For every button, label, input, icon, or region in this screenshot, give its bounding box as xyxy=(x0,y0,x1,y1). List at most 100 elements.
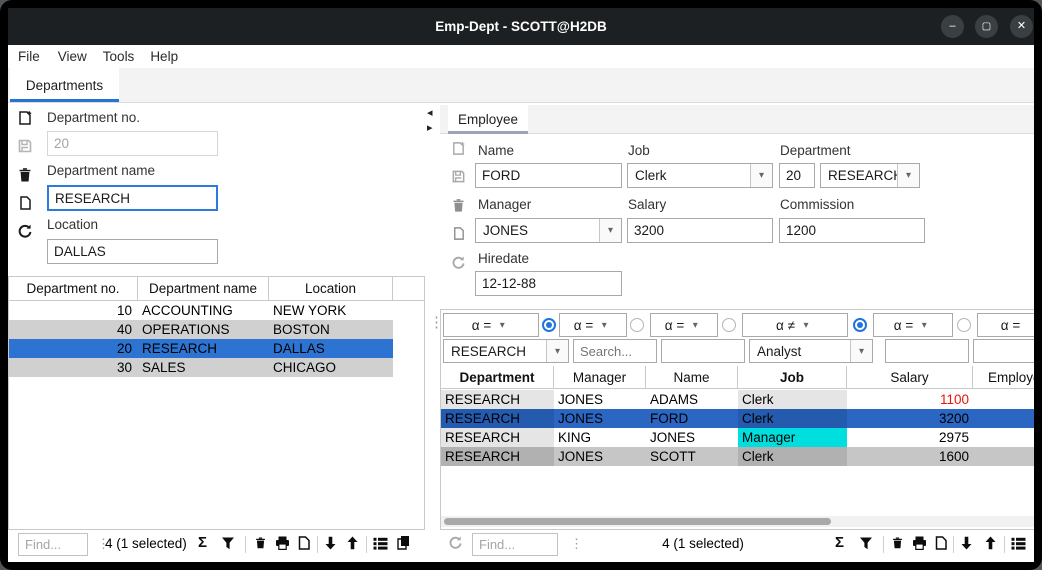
manager-combobox[interactable]: JONES ▾ xyxy=(475,218,622,243)
menu-help[interactable]: Help xyxy=(146,49,182,64)
splitter-collapse-left-icon[interactable]: ◂ xyxy=(427,106,433,119)
job-combobox-value: Clerk xyxy=(628,168,750,183)
delete-record-icon[interactable] xyxy=(17,167,33,183)
delete-rows-icon[interactable] xyxy=(891,536,904,550)
employee-tab-bar xyxy=(440,105,1034,134)
menu-file[interactable]: File xyxy=(14,49,44,64)
col-header-employee[interactable]: Employee xyxy=(973,366,1034,389)
tab-employee[interactable]: Employee xyxy=(448,105,528,133)
department-combobox-value: RESEARCH xyxy=(821,168,897,183)
table-row[interactable]: 10 ACCOUNTING NEW YORK xyxy=(9,301,393,320)
close-button[interactable]: ✕ xyxy=(1010,15,1033,38)
filter-radio-job[interactable] xyxy=(853,318,867,332)
commission-label: Commission xyxy=(780,197,854,212)
toolbar-grip[interactable]: ⋮ xyxy=(570,536,582,552)
copy-page-icon[interactable] xyxy=(935,536,947,550)
table-row[interactable]: RESEARCH JONES ADAMS Clerk 1100 xyxy=(441,390,1034,409)
department-no-field[interactable] xyxy=(779,163,815,188)
department-no-field[interactable] xyxy=(47,131,218,156)
filter-op-job[interactable]: α ≠▾ xyxy=(742,313,848,337)
horizontal-scrollbar-track[interactable] xyxy=(441,516,1034,527)
save-record-icon[interactable] xyxy=(451,169,467,185)
col-header-manager[interactable]: Manager xyxy=(554,366,646,389)
filter-value-manager[interactable] xyxy=(573,339,657,363)
row-count-status: 4 (1 selected) xyxy=(638,536,768,551)
cell-salary-alert: 1100 xyxy=(847,390,973,409)
filter-value-job[interactable]: Analyst▾ xyxy=(749,339,873,363)
menu-view[interactable]: View xyxy=(54,49,91,64)
refresh-record-icon[interactable] xyxy=(17,223,33,239)
filter-op-department[interactable]: α =▾ xyxy=(443,313,539,337)
filter-value-department[interactable]: RESEARCH▾ xyxy=(443,339,569,363)
save-record-icon[interactable] xyxy=(17,138,33,154)
col-header-department-no[interactable]: Department no. xyxy=(9,277,138,301)
col-header-location[interactable]: Location xyxy=(269,277,393,301)
col-header-department-name[interactable]: Department name xyxy=(138,277,269,301)
find-input[interactable] xyxy=(18,533,88,556)
table-row-selected[interactable]: RESEARCH JONES FORD Clerk 3200 xyxy=(441,409,1034,428)
maximize-button[interactable]: ▢ xyxy=(975,15,998,38)
location-field[interactable] xyxy=(47,239,218,264)
menu-tools[interactable]: Tools xyxy=(99,49,139,64)
sum-icon[interactable]: Σ xyxy=(835,534,844,551)
filter-department-value: RESEARCH xyxy=(444,344,546,359)
salary-field[interactable] xyxy=(627,218,773,243)
filter-op-employee[interactable]: α = xyxy=(977,313,1034,337)
list-view-icon[interactable] xyxy=(373,537,388,550)
copy-record-icon[interactable] xyxy=(451,226,467,242)
horizontal-scrollbar-thumb[interactable] xyxy=(444,518,831,525)
sum-icon[interactable]: Σ xyxy=(198,534,207,551)
filter-radio-manager[interactable] xyxy=(630,318,644,332)
department-combobox[interactable]: RESEARCH ▾ xyxy=(820,163,920,188)
filter-value-salary[interactable] xyxy=(885,339,969,363)
find-input[interactable] xyxy=(472,533,558,556)
list-view-icon[interactable] xyxy=(1011,537,1026,550)
commission-field[interactable] xyxy=(779,218,925,243)
filter-op-name[interactable]: α =▾ xyxy=(650,313,718,337)
move-down-icon[interactable] xyxy=(324,536,337,550)
delete-rows-icon[interactable] xyxy=(254,536,267,550)
department-name-field[interactable] xyxy=(47,185,218,211)
copy-page-icon[interactable] xyxy=(298,536,310,550)
filter-value-name[interactable] xyxy=(661,339,745,363)
refresh-record-icon[interactable] xyxy=(451,255,467,271)
minimize-button[interactable]: – xyxy=(941,15,964,38)
cell-deptno: 20 xyxy=(9,339,136,358)
insert-record-icon[interactable] xyxy=(17,110,33,126)
filter-radio-department[interactable] xyxy=(542,318,556,332)
department-name-label: Department name xyxy=(47,163,155,178)
filter-op-manager[interactable]: α =▾ xyxy=(559,313,627,337)
filter-radio-name[interactable] xyxy=(722,318,736,332)
filter-op-value: α = xyxy=(472,318,494,333)
table-row[interactable]: RESEARCH KING JONES Manager 2975 xyxy=(441,428,1034,447)
filter-op-salary[interactable]: α =▾ xyxy=(873,313,953,337)
hiredate-field[interactable] xyxy=(475,271,622,296)
filter-icon[interactable] xyxy=(859,537,873,550)
splitter-collapse-right-icon[interactable]: ▸ xyxy=(427,121,433,134)
copy-record-icon[interactable] xyxy=(17,195,33,211)
col-header-salary[interactable]: Salary xyxy=(847,366,973,389)
filter-radio-salary[interactable] xyxy=(957,318,971,332)
delete-record-icon[interactable] xyxy=(451,198,467,214)
name-field[interactable] xyxy=(475,163,622,188)
refresh-icon[interactable] xyxy=(448,535,463,550)
table-row-selected[interactable]: 20 RESEARCH DALLAS xyxy=(9,339,393,358)
print-icon[interactable] xyxy=(912,536,927,550)
app-window-frame: Emp-Dept - SCOTT@H2DB – ▢ ✕ File View To… xyxy=(0,0,1042,570)
tab-departments[interactable]: Departments xyxy=(10,68,119,102)
move-up-icon[interactable] xyxy=(984,536,997,550)
filter-value-employee[interactable] xyxy=(973,339,1034,363)
filter-icon[interactable] xyxy=(221,537,235,550)
stacked-pages-icon[interactable] xyxy=(396,535,411,550)
table-row[interactable]: RESEARCH JONES SCOTT Clerk 1600 xyxy=(441,447,1034,466)
move-down-icon[interactable] xyxy=(960,536,973,550)
insert-record-icon[interactable] xyxy=(451,141,467,157)
col-header-job[interactable]: Job xyxy=(738,366,847,389)
move-up-icon[interactable] xyxy=(346,536,359,550)
col-header-name[interactable]: Name xyxy=(646,366,738,389)
table-row[interactable]: 40 OPERATIONS BOSTON xyxy=(9,320,393,339)
table-row[interactable]: 30 SALES CHICAGO xyxy=(9,358,393,377)
print-icon[interactable] xyxy=(275,536,290,550)
job-combobox[interactable]: Clerk ▾ xyxy=(627,163,773,188)
col-header-department[interactable]: Department xyxy=(441,366,554,389)
